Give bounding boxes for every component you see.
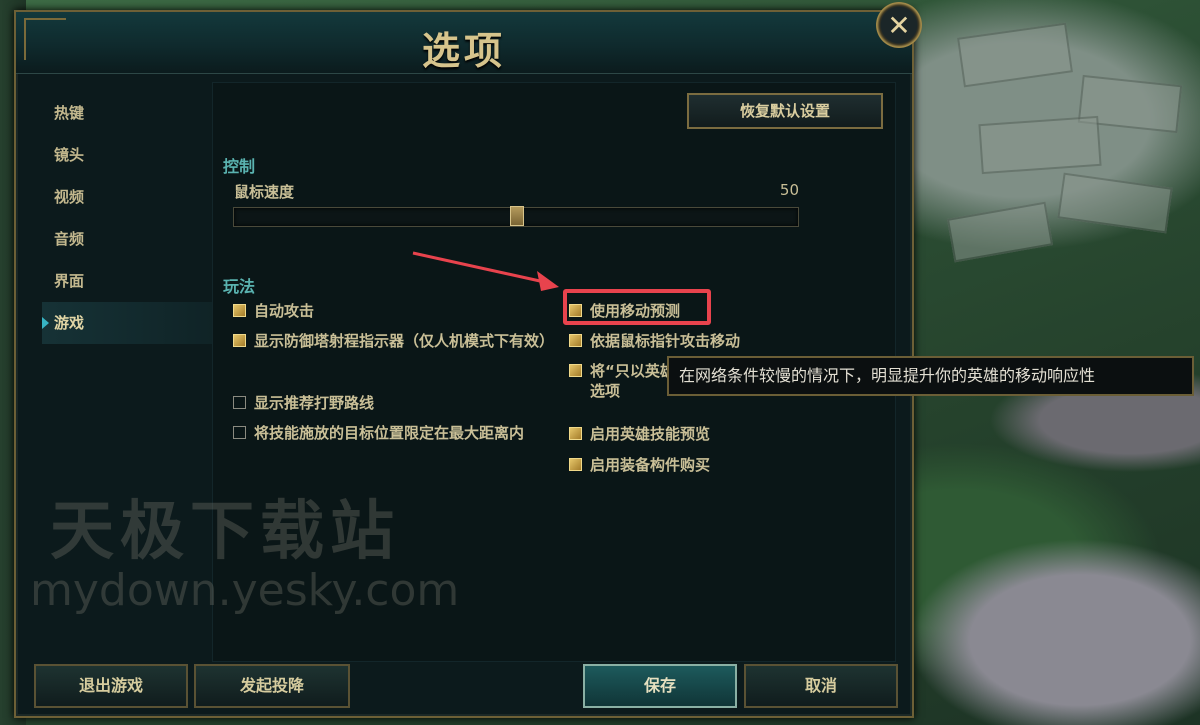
tooltip: 在网络条件较慢的情况下，明显提升你的英雄的移动响应性 [667, 356, 1194, 396]
checkbox[interactable] [233, 426, 246, 439]
option-label: 显示推荐打野路线 [254, 394, 375, 412]
checkbox[interactable] [233, 396, 246, 409]
option-ability-preview[interactable]: 启用英雄技能预览 [569, 424, 829, 444]
option-max-cast-range[interactable]: 将技能施放的目标位置限定在最大距离内 [233, 423, 553, 443]
option-label: 启用装备构件购买 [590, 456, 711, 474]
watermark-url: mydown.yesky.com [30, 565, 460, 616]
option-label: 将技能施放的目标位置限定在最大距离内 [254, 424, 525, 442]
highlight-box [563, 289, 711, 325]
surrender-button[interactable]: 发起投降 [194, 664, 350, 708]
dialog-title: 选项 [421, 29, 506, 73]
slider-handle[interactable] [510, 206, 524, 226]
sidebar-item-game[interactable]: 游戏 [42, 302, 226, 344]
bg-stone [978, 115, 1102, 175]
option-component-purchase[interactable]: 启用装备构件购买 [569, 455, 829, 475]
option-attack-move-cursor[interactable]: 依据鼠标指针攻击移动 [569, 331, 829, 351]
checkbox[interactable] [569, 364, 582, 377]
bg-stone [957, 22, 1073, 88]
save-button[interactable]: 保存 [583, 664, 737, 708]
option-label: 自动攻击 [254, 302, 315, 320]
option-label: 启用英雄技能预览 [590, 425, 711, 443]
bg-stone [1057, 172, 1173, 234]
checkbox[interactable] [233, 334, 246, 347]
cancel-button[interactable]: 取消 [744, 664, 898, 708]
option-auto-attack[interactable]: 自动攻击 [233, 301, 553, 321]
mouse-speed-label: 鼠标速度 [234, 183, 295, 201]
restore-defaults-button[interactable]: 恢复默认设置 [687, 93, 883, 129]
option-tower-range[interactable]: 显示防御塔射程指示器（仅人机模式下有效） [233, 331, 555, 351]
mouse-speed-slider[interactable] [233, 206, 799, 227]
sidebar-item-interface[interactable]: 界面 [42, 260, 226, 302]
section-title-control: 控制 [223, 157, 256, 176]
exit-game-button[interactable]: 退出游戏 [34, 664, 188, 708]
option-jungle-path[interactable]: 显示推荐打野路线 [233, 393, 553, 413]
checkbox[interactable] [569, 334, 582, 347]
option-label: 依据鼠标指针攻击移动 [590, 332, 741, 350]
sidebar-item-hotkeys[interactable]: 热键 [42, 92, 226, 134]
option-label: 显示防御塔射程指示器（仅人机模式下有效） [254, 332, 555, 350]
sidebar-item-audio[interactable]: 音频 [42, 218, 226, 260]
mouse-speed-value: 50 [779, 181, 799, 199]
dialog-header: 选项 [16, 12, 912, 74]
sidebar-item-video[interactable]: 视频 [42, 176, 226, 218]
checkbox[interactable] [569, 458, 582, 471]
sidebar-item-camera[interactable]: 镜头 [42, 134, 226, 176]
close-icon[interactable]: ✕ [876, 2, 922, 48]
options-sidebar: 热键 镜头 视频 音频 界面 游戏 [42, 92, 226, 344]
section-title-gameplay: 玩法 [223, 277, 256, 296]
watermark-text: 天极下载站 [50, 495, 400, 569]
checkbox[interactable] [233, 304, 246, 317]
checkbox[interactable] [569, 427, 582, 440]
annotation-arrow-icon [412, 251, 559, 291]
bg-stone [946, 201, 1054, 263]
